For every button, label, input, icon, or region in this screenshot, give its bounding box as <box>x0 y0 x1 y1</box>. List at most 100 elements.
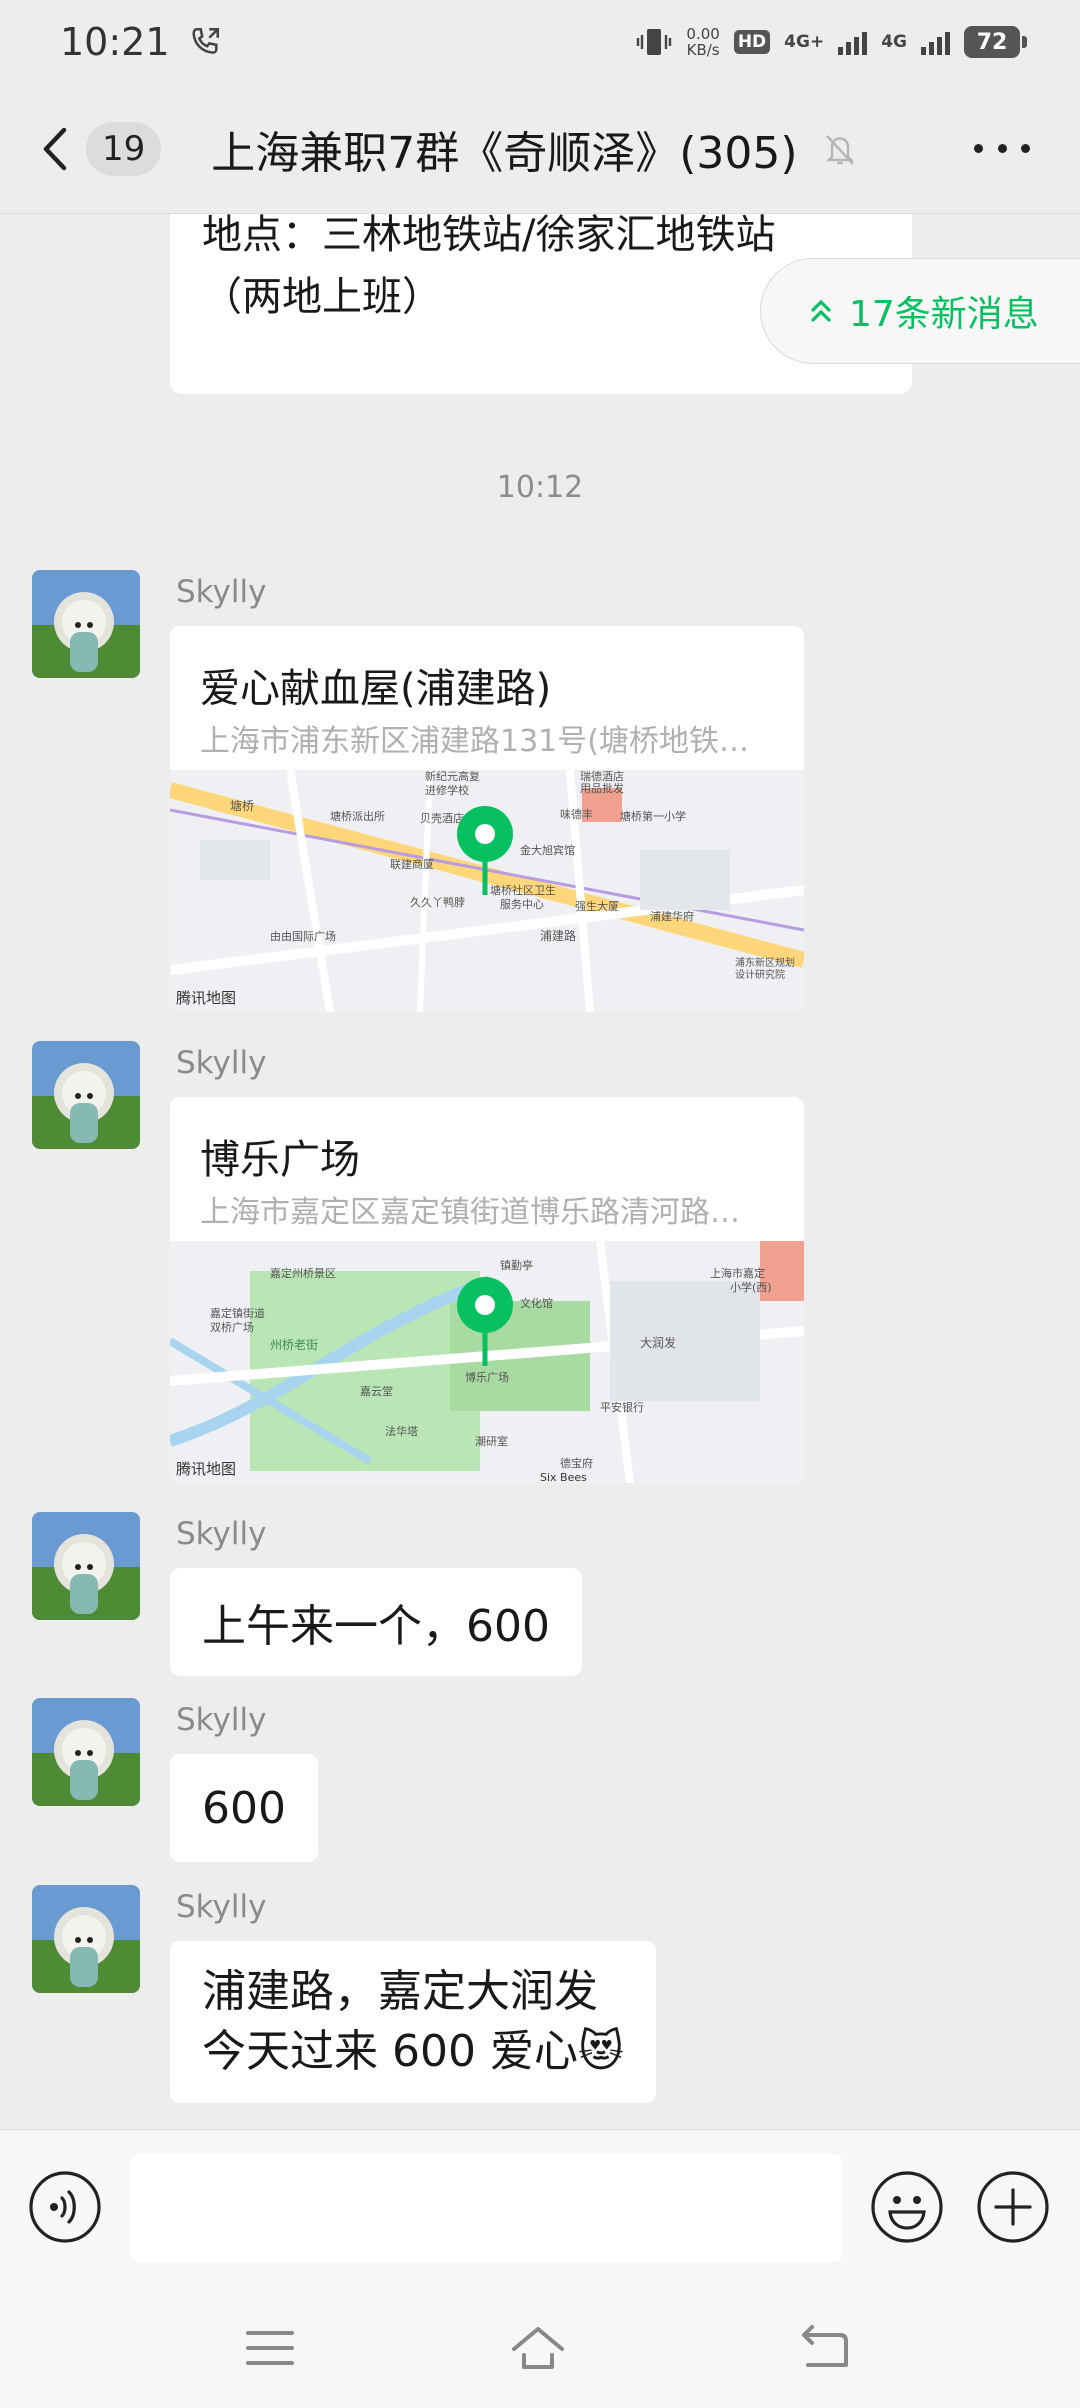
network-speed: 0.00 KB/s <box>686 25 720 59</box>
menu-icon[interactable] <box>242 2323 298 2373</box>
message-text-line1: 浦建路，嘉定大润发 <box>202 1966 598 2017</box>
svg-text:上海市嘉定: 上海市嘉定 <box>710 1266 765 1280</box>
signal-icon-1 <box>838 29 868 55</box>
svg-text:塘桥社区卫生: 塘桥社区卫生 <box>490 883 556 897</box>
svg-text:塘桥第一小学: 塘桥第一小学 <box>620 809 686 823</box>
svg-text:嘉定镇街道: 嘉定镇街道 <box>210 1306 265 1320</box>
svg-text:平安银行: 平安银行 <box>600 1400 644 1414</box>
message-item: Skylly 浦建路，嘉定大润发 今天过来 600 爱心😻 <box>32 1885 1032 2125</box>
svg-text:德宝府: 德宝府 <box>560 1456 593 1470</box>
svg-text:用品批发: 用品批发 <box>580 781 624 795</box>
svg-text:小学(西): 小学(西) <box>730 1280 772 1294</box>
svg-text:嘉云堂: 嘉云堂 <box>360 1384 393 1398</box>
sender-name: Skylly <box>176 1045 267 1081</box>
svg-text:法华塔: 法华塔 <box>385 1424 418 1438</box>
svg-text:塘桥: 塘桥 <box>230 798 254 813</box>
heart-eyes-cat-emoji: 😻 <box>577 2026 624 2077</box>
svg-text:浦建路: 浦建路 <box>540 928 576 943</box>
input-bar <box>0 2129 1080 2285</box>
svg-text:大润发: 大润发 <box>640 1335 676 1350</box>
double-chevron-up-icon <box>811 299 831 322</box>
svg-text:浦建华府: 浦建华府 <box>650 909 694 923</box>
svg-text:塘桥派出所: 塘桥派出所 <box>330 809 385 823</box>
back-button[interactable]: 19 <box>40 121 162 176</box>
svg-text:州桥老街: 州桥老街 <box>270 1338 318 1352</box>
svg-text:由由国际广场: 由由国际广场 <box>270 929 336 943</box>
system-navigation-bar <box>0 2285 1080 2408</box>
location-address: 上海市嘉定区嘉定镇街道博乐路清河路… <box>200 1195 740 1230</box>
status-indicators: 0.00 KB/s HD 4G+ 4G 72 <box>636 25 1027 59</box>
svg-text:镇勤亭: 镇勤亭 <box>500 1258 533 1272</box>
message-bubble[interactable]: 上午来一个，600 <box>170 1568 582 1676</box>
svg-text:服务中心: 服务中心 <box>500 898 544 911</box>
hd-badge: HD <box>733 30 771 54</box>
network-type-2: 4G <box>881 32 907 52</box>
sender-name: Skylly <box>176 574 267 610</box>
map-preview: 塘桥 新纪元高复 进修学校 瑞德酒店 用品批发 味德丰 塘桥派出所 贝壳酒店 塘… <box>170 770 804 1012</box>
signal-icon-2 <box>921 29 950 55</box>
chat-title: 上海兼职7群《奇顺泽》(305) <box>211 127 798 179</box>
time-separator: 10:12 <box>496 470 584 505</box>
message-bubble[interactable]: 浦建路，嘉定大润发 今天过来 600 爱心😻 <box>170 1941 656 2103</box>
svg-text:设计研究院: 设计研究院 <box>735 968 785 981</box>
svg-text:浦东新区规划: 浦东新区规划 <box>735 956 795 969</box>
svg-text:贝壳酒店: 贝壳酒店 <box>420 811 464 825</box>
message-text: 600 <box>202 1782 286 1834</box>
sender-name: Skylly <box>176 1516 267 1552</box>
svg-text:博乐广场: 博乐广场 <box>465 1370 509 1384</box>
new-messages-label: 17条新消息 <box>849 294 1039 335</box>
avatar[interactable] <box>32 1885 140 1993</box>
return-icon[interactable] <box>796 2323 852 2373</box>
svg-text:双桥广场: 双桥广场 <box>210 1320 254 1334</box>
svg-text:强生大厦: 强生大厦 <box>575 899 619 913</box>
location-card[interactable]: 博乐广场 上海市嘉定区嘉定镇街道博乐路清河路… 州桥老街 嘉定州桥景区 嘉定镇街… <box>170 1097 804 1483</box>
bell-off-icon <box>825 134 854 165</box>
location-card[interactable]: 爱心献血屋(浦建路) 上海市浦东新区浦建路131号(塘桥地铁站… 塘桥 新纪元高… <box>170 626 804 1012</box>
unread-count-badge: 19 <box>86 121 162 176</box>
svg-text:味德丰: 味德丰 <box>560 807 593 821</box>
location-name: 爱心献血屋(浦建路) <box>200 666 552 712</box>
message-text-line2: 今天过来 600 爱心😻 <box>202 2026 624 2077</box>
voice-icon[interactable] <box>28 2170 102 2244</box>
new-messages-button[interactable]: 17条新消息 <box>760 258 1080 364</box>
svg-text:Six Bees: Six Bees <box>540 1471 587 1483</box>
map-credit: 腾讯地图 <box>176 1460 237 1478</box>
message-bubble[interactable]: 600 <box>170 1754 318 1862</box>
svg-text:文化馆: 文化馆 <box>520 1296 553 1310</box>
svg-text:进修学校: 进修学校 <box>425 783 469 797</box>
message-item: Skylly 600 <box>32 1698 1032 1868</box>
svg-text:嘉定州桥景区: 嘉定州桥景区 <box>270 1266 336 1280</box>
svg-text:新纪元高复: 新纪元高复 <box>425 770 480 783</box>
chevron-left-icon <box>43 127 67 170</box>
avatar[interactable] <box>32 1512 140 1620</box>
svg-text:潮研室: 潮研室 <box>475 1434 508 1448</box>
chat-header: 19 上海兼职7群《奇顺泽》(305) <box>0 84 1080 214</box>
more-options-button[interactable] <box>974 139 1030 159</box>
svg-text:久久丫鸭脖: 久久丫鸭脖 <box>410 896 465 909</box>
smiley-icon[interactable] <box>870 2170 944 2244</box>
location-name: 博乐广场 <box>200 1137 360 1183</box>
status-time: 10:21 <box>60 20 170 64</box>
sender-name: Skylly <box>176 1702 267 1738</box>
map-preview: 州桥老街 嘉定州桥景区 嘉定镇街道 双桥广场 博乐广场 镇勤亭 文化馆 嘉云堂 … <box>170 1241 804 1483</box>
sender-name: Skylly <box>176 1889 267 1925</box>
message-list[interactable]: 地点：三林地铁站/徐家汇地铁站 （两地上班） 17条新消息 10:12 Skyl… <box>0 214 1080 2129</box>
message-input[interactable] <box>130 2154 842 2262</box>
status-bar: 10:21 0.00 KB/s HD 4G+ 4G 72 <box>0 0 1080 84</box>
avatar[interactable] <box>32 1698 140 1806</box>
chat-screen: 10:21 0.00 KB/s HD 4G+ 4G 72 19 上海兼职7群《奇… <box>0 0 1080 2408</box>
location-address: 上海市浦东新区浦建路131号(塘桥地铁站… <box>200 724 779 759</box>
map-credit: 腾讯地图 <box>176 989 237 1007</box>
home-icon[interactable] <box>510 2323 566 2373</box>
svg-text:金大旭宾馆: 金大旭宾馆 <box>520 843 575 857</box>
avatar[interactable] <box>32 1041 140 1149</box>
message-item: Skylly 爱心献血屋(浦建路) 上海市浦东新区浦建路131号(塘桥地铁站… <box>32 570 1032 1012</box>
vibrate-icon <box>637 29 672 55</box>
message-item: Skylly 博乐广场 上海市嘉定区嘉定镇街道博乐路清河路… 州桥老街 嘉定州桥… <box>32 1041 1032 1483</box>
message-text: 上午来一个，600 <box>202 1601 550 1652</box>
network-type-1: 4G+ <box>784 32 825 52</box>
avatar[interactable] <box>32 570 140 678</box>
plus-circle-icon[interactable] <box>976 2170 1050 2244</box>
more-dots-icon <box>974 144 983 153</box>
message-item: Skylly 上午来一个，600 <box>32 1512 1032 1682</box>
